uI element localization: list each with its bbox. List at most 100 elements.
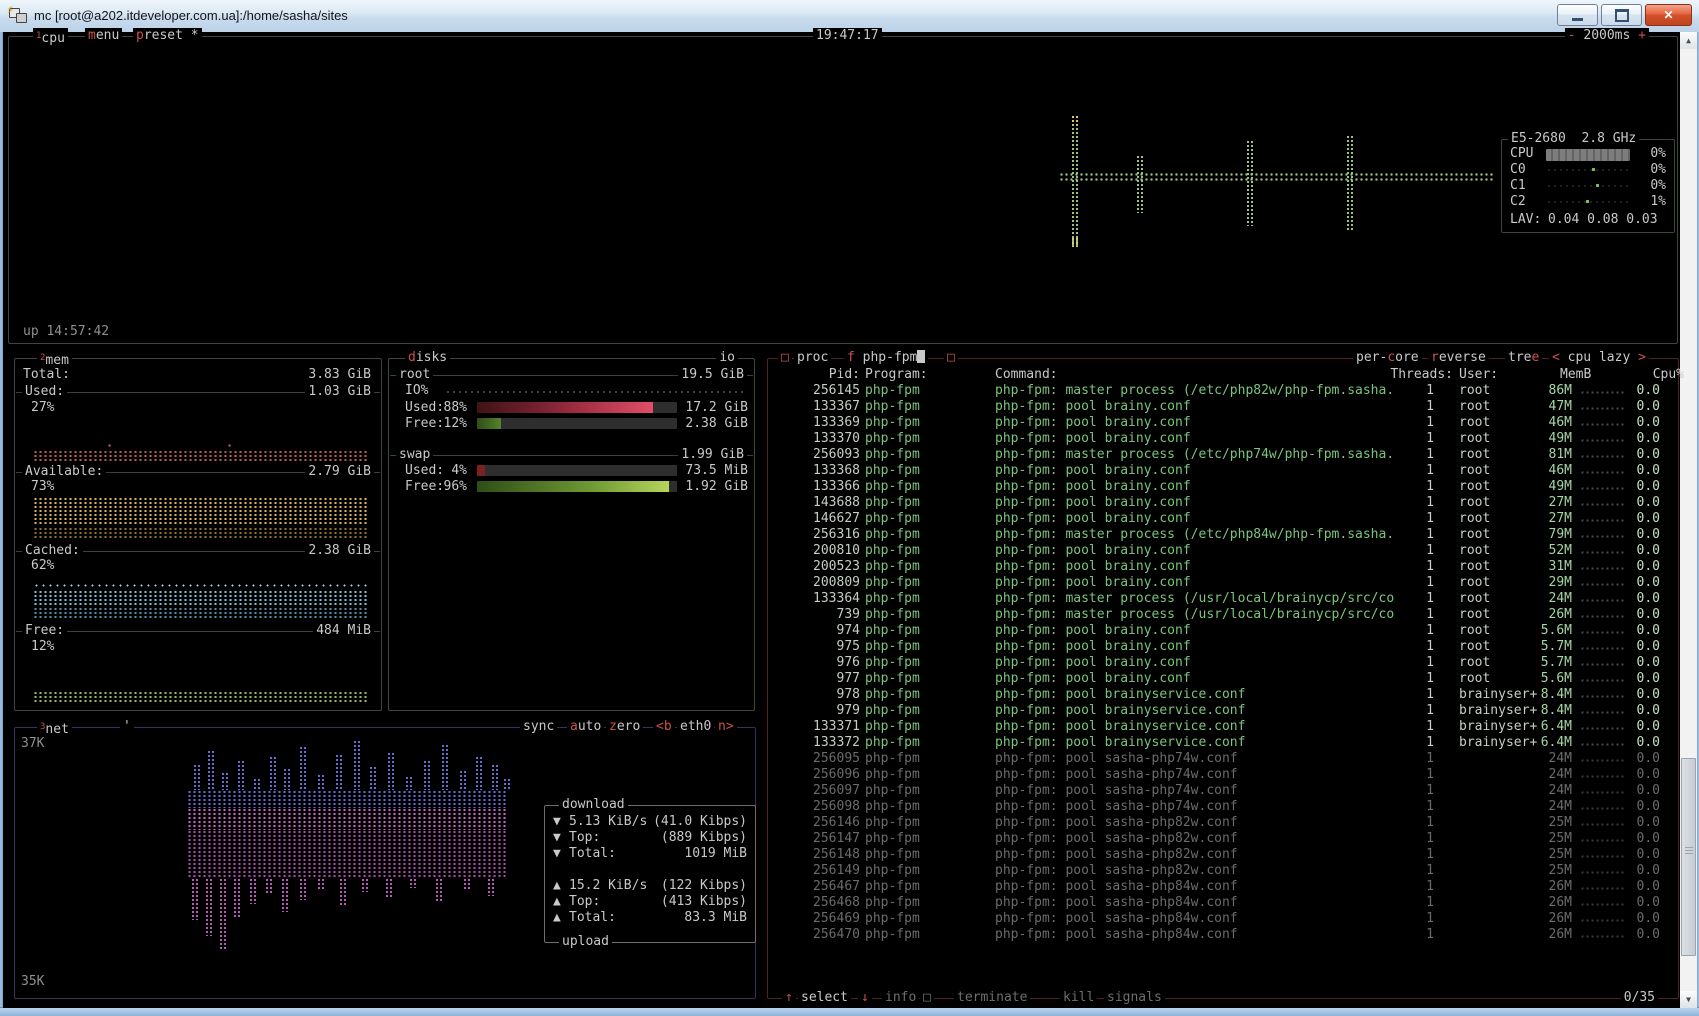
proc-row[interactable]: 256149php-fpmphp-fpm: pool sasha-php82w.…: [776, 863, 1670, 879]
proc-row[interactable]: 974php-fpmphp-fpm: pool brainy.conf1root…: [776, 623, 1670, 639]
download-arrow-icon: ▼: [553, 814, 561, 830]
proc-row[interactable]: 146627php-fpmphp-fpm: pool brainy.conf1r…: [776, 511, 1670, 527]
net-download-column: [269, 756, 276, 790]
proc-row[interactable]: 256097php-fpmphp-fpm: pool sasha-php74w.…: [776, 783, 1670, 799]
pid-cell: 256148: [776, 847, 860, 863]
core1-graph: [1546, 184, 1630, 188]
kill-button[interactable]: kill: [1060, 990, 1097, 1006]
pid-cell: 200809: [776, 575, 860, 591]
user-cell: root: [1459, 399, 1490, 415]
mem-cell: 24M: [1516, 751, 1572, 767]
maximize-button[interactable]: [1601, 4, 1642, 26]
filter-input[interactable]: f php-fpm: [844, 350, 928, 366]
command-cell: php-fpm: pool sasha-php82w.conf: [995, 847, 1238, 863]
terminate-button[interactable]: terminate: [954, 990, 1030, 1006]
proc-row[interactable]: 133367php-fpmphp-fpm: pool brainy.conf1r…: [776, 399, 1670, 415]
threads-cell: 1: [1396, 511, 1434, 527]
program-cell: php-fpm: [865, 575, 920, 591]
proc-row[interactable]: 200810php-fpmphp-fpm: pool brainy.conf1r…: [776, 543, 1670, 559]
proc-row[interactable]: 739php-fpmphp-fpm: master process (/usr/…: [776, 607, 1670, 623]
user-cell: root: [1459, 655, 1490, 671]
command-cell: php-fpm: pool sasha-php74w.conf: [995, 799, 1238, 815]
proc-row[interactable]: 256146php-fpmphp-fpm: pool sasha-php82w.…: [776, 815, 1670, 831]
close-button[interactable]: ✕: [1645, 4, 1692, 26]
mem-cell: 52M: [1516, 543, 1572, 559]
col-mem[interactable]: MemB: [1560, 367, 1591, 382]
select-down-icon[interactable]: ↓: [858, 990, 872, 1006]
proc-row[interactable]: 979php-fpmphp-fpm: pool brainyservice.co…: [776, 703, 1670, 719]
proc-row[interactable]: 256148php-fpmphp-fpm: pool sasha-php82w.…: [776, 847, 1670, 863]
pid-cell: 256093: [776, 447, 860, 463]
proc-row[interactable]: 133369php-fpmphp-fpm: pool brainy.conf1r…: [776, 415, 1670, 431]
proc-row[interactable]: 256096php-fpmphp-fpm: pool sasha-php74w.…: [776, 767, 1670, 783]
proc-row[interactable]: 133370php-fpmphp-fpm: pool brainy.conf1r…: [776, 431, 1670, 447]
proc-row[interactable]: 133371php-fpmphp-fpm: pool brainyservice…: [776, 719, 1670, 735]
disk-root-used-value: 17.2 GiB: [685, 400, 748, 416]
net-upload-column: [317, 878, 324, 890]
proc-row[interactable]: 143688php-fpmphp-fpm: pool brainy.conf1r…: [776, 495, 1670, 511]
proc-row[interactable]: 200523php-fpmphp-fpm: pool brainy.conf1r…: [776, 559, 1670, 575]
mem-cell: 24M: [1516, 767, 1572, 783]
command-cell: php-fpm: pool brainy.conf: [995, 655, 1191, 671]
col-cpu[interactable]: Cpu%: [1620, 367, 1684, 382]
proc-row[interactable]: 256469php-fpmphp-fpm: pool sasha-php84w.…: [776, 911, 1670, 927]
program-cell: php-fpm: [865, 815, 920, 831]
proc-row[interactable]: 200809php-fpmphp-fpm: pool brainy.conf1r…: [776, 575, 1670, 591]
mem-free-value: 484 MiB: [313, 623, 374, 638]
col-pid[interactable]: Pid:: [776, 367, 860, 382]
proc-row[interactable]: 256147php-fpmphp-fpm: pool sasha-php82w.…: [776, 831, 1670, 847]
col-command[interactable]: Command:: [995, 367, 1058, 382]
download-total-value: 1019 MiB: [684, 846, 747, 862]
col-program[interactable]: Program:: [865, 367, 928, 382]
proc-row[interactable]: 133366php-fpmphp-fpm: pool brainy.conf1r…: [776, 479, 1670, 495]
pid-cell: 146627: [776, 511, 860, 527]
filter-clear-button[interactable]: □: [944, 350, 958, 366]
minimize-button[interactable]: [1557, 4, 1598, 26]
select-button[interactable]: select: [798, 990, 851, 1006]
cpu-cell: 0.0: [1596, 591, 1660, 607]
proc-row[interactable]: 133364php-fpmphp-fpm: master process (/u…: [776, 591, 1670, 607]
upload-speed: 15.2 KiB/s: [569, 878, 647, 894]
tree-toggle[interactable]: tree: [1505, 350, 1542, 366]
net-stats-box: download ▼ 5.13 KiB/s (41.0 Kibps) ▼ Top…: [544, 805, 756, 943]
proc-row[interactable]: 256316php-fpmphp-fpm: master process (/e…: [776, 527, 1670, 543]
cpu-cell: 0.0: [1596, 639, 1660, 655]
cpu-graph-spike: [1136, 155, 1143, 213]
proc-row[interactable]: 256468php-fpmphp-fpm: pool sasha-php84w.…: [776, 895, 1670, 911]
terminal-scrollbar[interactable]: ▲ ▼: [1679, 32, 1697, 1008]
proc-row[interactable]: 256470php-fpmphp-fpm: pool sasha-php84w.…: [776, 927, 1670, 943]
mem-cell: 24M: [1516, 799, 1572, 815]
col-user[interactable]: User:: [1459, 367, 1498, 382]
per-core-toggle[interactable]: per-core: [1353, 350, 1422, 366]
proc-collapse-button[interactable]: □: [778, 350, 792, 366]
proc-row[interactable]: 133368php-fpmphp-fpm: pool brainy.conf1r…: [776, 463, 1670, 479]
reverse-toggle[interactable]: reverse: [1428, 350, 1489, 366]
proc-row[interactable]: 978php-fpmphp-fpm: pool brainyservice.co…: [776, 687, 1670, 703]
proc-row[interactable]: 256095php-fpmphp-fpm: pool sasha-php74w.…: [776, 751, 1670, 767]
threads-cell: 1: [1396, 655, 1434, 671]
proc-row[interactable]: 977php-fpmphp-fpm: pool brainy.conf1root…: [776, 671, 1670, 687]
col-threads[interactable]: Threads:: [1360, 367, 1453, 382]
proc-row[interactable]: 256093php-fpmphp-fpm: master process (/e…: [776, 447, 1670, 463]
signals-button[interactable]: signals: [1104, 990, 1165, 1006]
threads-cell: 1: [1396, 751, 1434, 767]
select-up-icon[interactable]: ↑: [782, 990, 796, 1006]
sort-column-selector[interactable]: < cpu lazy >: [1549, 350, 1649, 366]
info-button[interactable]: info: [882, 990, 919, 1006]
proc-row[interactable]: 256145php-fpmphp-fpm: master process (/e…: [776, 383, 1670, 399]
upload-arrow-icon: ▲: [553, 894, 561, 910]
proc-row[interactable]: 133372php-fpmphp-fpm: pool brainyservice…: [776, 735, 1670, 751]
mem-available-label: Available:: [22, 464, 106, 479]
io-toggle-button[interactable]: io: [716, 350, 738, 366]
proc-row[interactable]: 975php-fpmphp-fpm: pool brainy.conf1root…: [776, 639, 1670, 655]
threads-cell: 1: [1396, 767, 1434, 783]
user-cell: root: [1459, 383, 1490, 399]
proc-row[interactable]: 256098php-fpmphp-fpm: pool sasha-php74w.…: [776, 799, 1670, 815]
cpu-cell: 0.0: [1596, 575, 1660, 591]
proc-row[interactable]: 256467php-fpmphp-fpm: pool sasha-php84w.…: [776, 879, 1670, 895]
proc-row[interactable]: 976php-fpmphp-fpm: pool brainy.conf1root…: [776, 655, 1670, 671]
scrollbar-thumb[interactable]: [1681, 758, 1696, 956]
program-cell: php-fpm: [865, 559, 920, 575]
scrollbar-down-icon[interactable]: ▼: [1680, 991, 1697, 1008]
scrollbar-up-icon[interactable]: ▲: [1680, 32, 1697, 49]
